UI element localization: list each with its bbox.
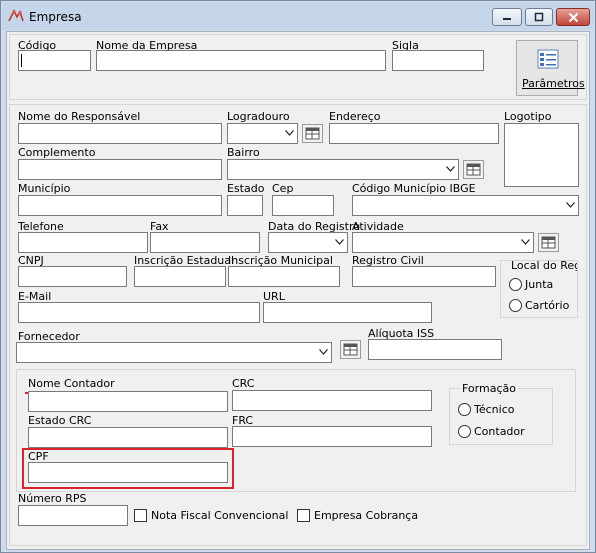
empresa-cobranca-checkbox[interactable] bbox=[297, 509, 310, 522]
main-group: Nome do Responsável Logradouro Endereço … bbox=[9, 104, 587, 546]
form-client-area: Código Nome da Empresa Sigla Parâmetros bbox=[6, 31, 590, 550]
parametros-label: Parâmetros bbox=[522, 77, 585, 90]
table-lookup-icon bbox=[305, 127, 320, 140]
radio-cartorio-label: Cartório bbox=[525, 299, 570, 312]
municipio-label: Município bbox=[18, 182, 71, 195]
codigo-municipio-ibge-select[interactable] bbox=[352, 195, 579, 216]
codigo-input[interactable] bbox=[18, 50, 91, 71]
logotipo-image-box[interactable] bbox=[504, 123, 579, 187]
parametros-button[interactable]: Parâmetros bbox=[516, 40, 585, 96]
atividade-select[interactable] bbox=[352, 232, 534, 253]
formacao-group: Formação Técnico Contador bbox=[449, 383, 553, 445]
url-input[interactable] bbox=[263, 302, 432, 323]
cep-label: Cep bbox=[272, 182, 294, 195]
title-bar: Empresa bbox=[2, 2, 594, 30]
complemento-input[interactable] bbox=[18, 159, 222, 180]
nome-responsavel-label: Nome do Responsável bbox=[18, 110, 141, 123]
inscricao-municipal-input[interactable] bbox=[228, 266, 340, 287]
radio-contador-label: Contador bbox=[474, 425, 525, 438]
nota-fiscal-convencional-label: Nota Fiscal Convencional bbox=[151, 509, 289, 522]
close-icon bbox=[568, 12, 578, 22]
telefone-input[interactable] bbox=[18, 232, 148, 253]
header-group: Código Nome da Empresa Sigla Parâmetros bbox=[9, 34, 587, 100]
empresa-window: Empresa Código Nome da Empresa Sigla Par… bbox=[0, 0, 596, 553]
chevron-down-icon bbox=[285, 130, 294, 136]
cep-input[interactable] bbox=[272, 195, 334, 216]
data-registro-picker[interactable] bbox=[268, 232, 348, 253]
numero-rps-input[interactable] bbox=[18, 505, 128, 526]
sigla-input[interactable] bbox=[392, 50, 484, 71]
chevron-down-icon bbox=[446, 166, 455, 172]
nome-contador-label: Nome Contador bbox=[28, 377, 115, 390]
crc-label: CRC bbox=[232, 377, 255, 390]
empresa-app-icon bbox=[8, 9, 24, 22]
cpf-input[interactable] bbox=[28, 462, 228, 483]
formacao-label: Formação bbox=[460, 382, 518, 395]
complemento-label: Complemento bbox=[18, 146, 96, 159]
nome-contador-input[interactable] bbox=[28, 391, 228, 412]
radio-contador[interactable] bbox=[458, 425, 471, 438]
parameters-list-icon bbox=[537, 49, 559, 69]
crc-input[interactable] bbox=[232, 390, 432, 411]
nome-empresa-input[interactable] bbox=[96, 50, 386, 71]
cnpj-input[interactable] bbox=[18, 266, 127, 287]
atividade-lookup-button[interactable] bbox=[538, 233, 559, 252]
text-caret bbox=[21, 54, 22, 67]
empresa-cobranca-label: Empresa Cobrança bbox=[314, 509, 419, 522]
endereco-input[interactable] bbox=[329, 123, 499, 144]
chevron-down-icon bbox=[319, 349, 328, 355]
estado-crc-input[interactable] bbox=[28, 427, 228, 448]
logradouro-label: Logradouro bbox=[227, 110, 290, 123]
table-lookup-icon bbox=[466, 163, 481, 176]
close-button[interactable] bbox=[556, 8, 590, 26]
minimize-button[interactable] bbox=[492, 8, 522, 26]
estado-input[interactable] bbox=[227, 195, 263, 216]
window-title: Empresa bbox=[29, 10, 82, 24]
inscricao-estadual-input[interactable] bbox=[134, 266, 226, 287]
logradouro-select[interactable] bbox=[227, 123, 298, 144]
fax-input[interactable] bbox=[150, 232, 260, 253]
maximize-icon bbox=[534, 12, 544, 22]
frc-input[interactable] bbox=[232, 426, 432, 447]
local-registro-label: Local do Regis bbox=[511, 261, 577, 272]
table-lookup-icon bbox=[343, 343, 358, 356]
bairro-lookup-button[interactable] bbox=[463, 160, 484, 179]
numero-rps-label: Número RPS bbox=[18, 492, 87, 505]
estado-crc-label: Estado CRC bbox=[28, 414, 92, 427]
chevron-down-icon bbox=[566, 202, 575, 208]
chevron-down-icon bbox=[335, 239, 344, 245]
logradouro-lookup-button[interactable] bbox=[302, 124, 323, 143]
municipio-input[interactable] bbox=[18, 195, 222, 216]
bairro-label: Bairro bbox=[227, 146, 260, 159]
endereco-label: Endereço bbox=[329, 110, 381, 123]
table-lookup-icon bbox=[541, 236, 556, 249]
nome-responsavel-input[interactable] bbox=[18, 123, 222, 144]
radio-cartorio[interactable] bbox=[509, 299, 522, 312]
radio-junta[interactable] bbox=[509, 278, 522, 291]
fornecedor-select[interactable] bbox=[16, 342, 332, 363]
maximize-button[interactable] bbox=[525, 8, 553, 26]
aliquota-iss-input[interactable] bbox=[368, 339, 502, 360]
email-input[interactable] bbox=[18, 302, 260, 323]
logotipo-label: Logotipo bbox=[504, 110, 552, 123]
contador-group: Nome Contador CRC Estado CRC FRC CPF For… bbox=[16, 369, 576, 492]
chevron-down-icon bbox=[521, 239, 530, 245]
local-registro-group: Local do Regis Junta Cartório bbox=[500, 260, 578, 318]
estado-label: Estado bbox=[227, 182, 265, 195]
bairro-select[interactable] bbox=[227, 159, 459, 180]
registro-civil-input[interactable] bbox=[352, 266, 496, 287]
codigo-municipio-ibge-label: Código Município IBGE bbox=[352, 182, 476, 195]
minimize-icon bbox=[503, 18, 511, 20]
radio-junta-label: Junta bbox=[525, 278, 554, 291]
fornecedor-lookup-button[interactable] bbox=[340, 340, 361, 359]
radio-tecnico[interactable] bbox=[458, 403, 471, 416]
radio-tecnico-label: Técnico bbox=[474, 403, 515, 416]
nota-fiscal-convencional-checkbox[interactable] bbox=[134, 509, 147, 522]
